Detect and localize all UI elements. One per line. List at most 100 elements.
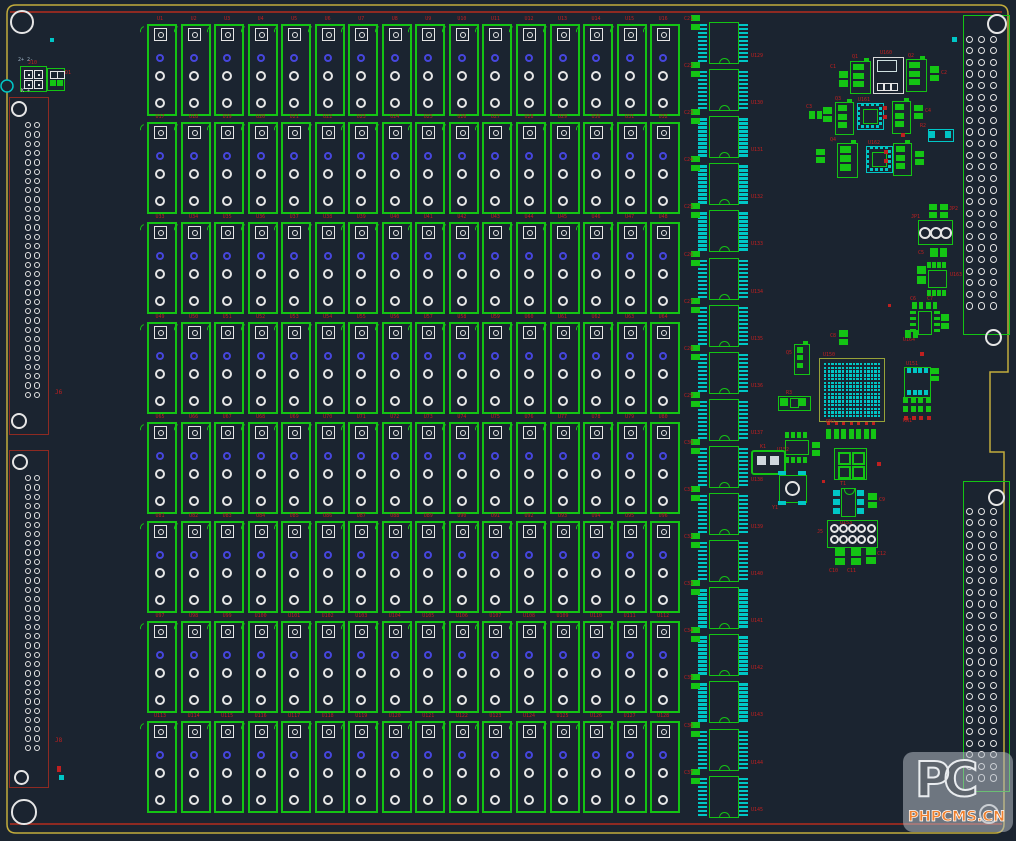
relay-footprint[interactable] bbox=[382, 621, 412, 713]
relay-footprint[interactable] bbox=[248, 24, 278, 116]
smd-cap2v[interactable] bbox=[914, 105, 923, 119]
relay-footprint[interactable] bbox=[415, 422, 445, 514]
relay-footprint[interactable] bbox=[482, 222, 512, 314]
relay-footprint[interactable] bbox=[415, 521, 445, 613]
relay-footprint[interactable] bbox=[147, 222, 177, 314]
relay-footprint[interactable] bbox=[382, 721, 412, 813]
smd-qfp4[interactable] bbox=[904, 367, 931, 398]
relay-footprint[interactable] bbox=[147, 521, 177, 613]
relay-footprint[interactable] bbox=[617, 422, 647, 514]
relay-footprint[interactable] bbox=[650, 24, 680, 116]
smd-cap2v[interactable] bbox=[930, 66, 939, 81]
relay-footprint[interactable] bbox=[449, 422, 479, 514]
relay-footprint[interactable] bbox=[482, 24, 512, 116]
smd-ic8cyan[interactable] bbox=[833, 488, 864, 517]
relay-footprint[interactable] bbox=[248, 621, 278, 713]
ic-footprint[interactable] bbox=[698, 352, 758, 396]
relay-footprint[interactable] bbox=[214, 521, 244, 613]
relay-footprint[interactable] bbox=[516, 122, 546, 214]
smd-cap2v[interactable] bbox=[866, 547, 876, 564]
smd-cap2v[interactable] bbox=[839, 330, 848, 345]
relay-footprint[interactable] bbox=[650, 222, 680, 314]
relay-footprint[interactable] bbox=[315, 422, 345, 514]
relay-footprint[interactable] bbox=[348, 422, 378, 514]
relay-footprint[interactable] bbox=[583, 122, 613, 214]
smd-cap2v[interactable] bbox=[915, 151, 924, 165]
smd-cap2v[interactable] bbox=[839, 71, 848, 87]
relay-footprint[interactable] bbox=[315, 521, 345, 613]
ic-footprint[interactable] bbox=[698, 116, 758, 160]
relay-footprint[interactable] bbox=[181, 322, 211, 414]
relay-footprint[interactable] bbox=[583, 24, 613, 116]
relay-footprint[interactable] bbox=[181, 621, 211, 713]
relay-footprint[interactable] bbox=[516, 621, 546, 713]
relay-footprint[interactable] bbox=[382, 222, 412, 314]
relay-footprint[interactable] bbox=[348, 521, 378, 613]
ic-footprint[interactable] bbox=[698, 210, 758, 254]
relay-footprint[interactable] bbox=[550, 422, 580, 514]
relay-footprint[interactable] bbox=[415, 322, 445, 414]
relay-footprint[interactable] bbox=[449, 222, 479, 314]
smd-hdr2x2g[interactable] bbox=[929, 204, 948, 218]
relay-footprint[interactable] bbox=[415, 122, 445, 214]
relay-footprint[interactable] bbox=[382, 521, 412, 613]
smd-hdr7[interactable] bbox=[826, 426, 878, 441]
relay-footprint[interactable] bbox=[550, 322, 580, 414]
relay-footprint[interactable] bbox=[281, 322, 311, 414]
relay-footprint[interactable] bbox=[415, 721, 445, 813]
relay-footprint[interactable] bbox=[516, 24, 546, 116]
relay-footprint[interactable] bbox=[415, 621, 445, 713]
relay-footprint[interactable] bbox=[617, 322, 647, 414]
relay-footprint[interactable] bbox=[449, 721, 479, 813]
relay-footprint[interactable] bbox=[315, 621, 345, 713]
relay-footprint[interactable] bbox=[147, 721, 177, 813]
relay-footprint[interactable] bbox=[248, 721, 278, 813]
relay-footprint[interactable] bbox=[449, 621, 479, 713]
ic-footprint[interactable] bbox=[698, 634, 758, 678]
relay-footprint[interactable] bbox=[281, 122, 311, 214]
smd-jmp3[interactable] bbox=[918, 220, 953, 245]
ic-footprint[interactable] bbox=[698, 258, 758, 302]
smd-cap2h[interactable] bbox=[809, 111, 822, 119]
smd-cap2h[interactable] bbox=[926, 302, 937, 309]
relay-footprint[interactable] bbox=[650, 621, 680, 713]
smd-bga[interactable] bbox=[819, 358, 885, 422]
relay-footprint[interactable] bbox=[315, 322, 345, 414]
relay-footprint[interactable] bbox=[550, 721, 580, 813]
ic-footprint[interactable] bbox=[698, 399, 758, 443]
smd-quad4[interactable] bbox=[834, 448, 867, 480]
smd-xtal[interactable] bbox=[779, 475, 807, 503]
relay-footprint[interactable] bbox=[315, 24, 345, 116]
relay-footprint[interactable] bbox=[181, 222, 211, 314]
relay-footprint[interactable] bbox=[583, 422, 613, 514]
relay-footprint[interactable] bbox=[281, 422, 311, 514]
ic-footprint[interactable] bbox=[698, 540, 758, 584]
relay-footprint[interactable] bbox=[214, 322, 244, 414]
smd-cap2v[interactable] bbox=[823, 107, 832, 122]
relay-footprint[interactable] bbox=[650, 122, 680, 214]
smd-cap2v[interactable] bbox=[917, 266, 926, 284]
relay-footprint[interactable] bbox=[449, 322, 479, 414]
relay-footprint[interactable] bbox=[248, 222, 278, 314]
relay-footprint[interactable] bbox=[415, 24, 445, 116]
smd-cap2v[interactable] bbox=[812, 442, 820, 456]
relay-footprint[interactable] bbox=[281, 24, 311, 116]
relay-footprint[interactable] bbox=[214, 422, 244, 514]
relay-footprint[interactable] bbox=[449, 521, 479, 613]
relay-footprint[interactable] bbox=[482, 621, 512, 713]
relay-footprint[interactable] bbox=[214, 24, 244, 116]
relay-footprint[interactable] bbox=[617, 122, 647, 214]
relay-footprint[interactable] bbox=[315, 222, 345, 314]
relay-footprint[interactable] bbox=[248, 521, 278, 613]
relay-footprint[interactable] bbox=[348, 222, 378, 314]
smd-sot3[interactable] bbox=[906, 59, 927, 92]
relay-footprint[interactable] bbox=[516, 422, 546, 514]
relay-footprint[interactable] bbox=[650, 721, 680, 813]
relay-footprint[interactable] bbox=[650, 422, 680, 514]
relay-footprint[interactable] bbox=[583, 721, 613, 813]
relay-footprint[interactable] bbox=[147, 322, 177, 414]
ic-footprint[interactable] bbox=[698, 446, 758, 490]
relay-footprint[interactable] bbox=[181, 422, 211, 514]
smd-dip4v[interactable] bbox=[927, 262, 948, 296]
smd-cap2v[interactable] bbox=[941, 314, 949, 329]
